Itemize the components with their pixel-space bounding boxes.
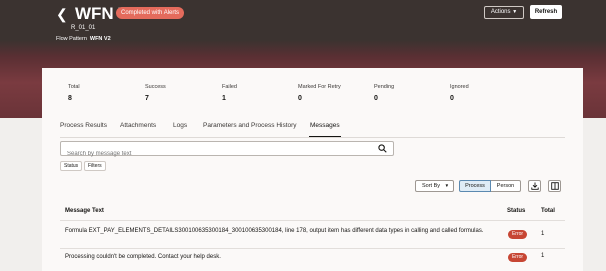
stat-value: 0 <box>298 95 302 102</box>
column-header-message-text: Message Text <box>65 208 104 214</box>
download-button[interactable] <box>528 180 541 192</box>
message-text: Processing couldn't be completed. Contac… <box>65 254 221 260</box>
content-card: Total 8 Success 7 Failed 1 Marked For Re… <box>42 68 583 271</box>
back-arrow-icon[interactable]: ❮ <box>56 7 68 21</box>
stat-label: Pending <box>374 84 395 90</box>
columns-button[interactable] <box>548 180 561 192</box>
search-icon[interactable] <box>378 144 387 153</box>
filters-chip[interactable]: Filters <box>84 161 106 171</box>
row-total: 1 <box>541 253 545 259</box>
stat-value: 7 <box>145 95 149 102</box>
actions-button[interactable]: Actions ▼ <box>484 6 524 19</box>
flow-pattern: Flow Pattern WFN V2 <box>56 36 111 42</box>
flow-pattern-value: WFN V2 <box>89 36 111 42</box>
row-total: 1 <box>541 231 545 237</box>
search-box <box>60 141 394 161</box>
stat-value: 1 <box>222 95 226 102</box>
search-input[interactable] <box>61 147 361 161</box>
refresh-button[interactable]: Refresh <box>530 5 562 19</box>
header-divider <box>60 220 565 221</box>
chevron-down-icon: ▼ <box>444 183 450 188</box>
stat-failed: Failed 1 <box>222 84 237 102</box>
chevron-down-icon: ▼ <box>512 9 518 15</box>
stat-success: Success 7 <box>145 84 166 102</box>
message-text: Formula EXT_PAY_ELEMENTS_DETAILS30010063… <box>65 228 484 234</box>
stat-total: Total 8 <box>68 84 80 102</box>
stat-label: Marked For Retry <box>298 84 341 90</box>
tab-attachments[interactable]: Attachments <box>120 122 156 129</box>
column-header-status: Status <box>507 208 526 214</box>
stat-label: Success <box>145 84 166 90</box>
process-toggle-button[interactable]: Process <box>459 180 491 192</box>
status-filter-chip[interactable]: Status <box>60 161 83 171</box>
stat-label: Ignored <box>450 84 469 90</box>
row-divider <box>60 248 565 249</box>
stat-marked-for-retry: Marked For Retry 0 <box>298 84 341 102</box>
stat-value: 8 <box>68 95 72 102</box>
tab-messages[interactable]: Messages <box>310 122 340 129</box>
sort-by-label: Sort By <box>422 183 441 189</box>
tab-logs[interactable]: Logs <box>173 122 187 129</box>
status-badge: Completed with Alerts <box>116 7 185 19</box>
stat-label: Failed <box>222 84 237 90</box>
tab-parameters-and-process-history[interactable]: Parameters and Process History <box>203 122 297 129</box>
stat-ignored: Ignored 0 <box>450 84 469 102</box>
person-toggle-button[interactable]: Person <box>491 180 521 192</box>
flow-pattern-label: Flow Pattern <box>56 36 87 42</box>
stat-value: 0 <box>450 95 454 102</box>
stat-value: 0 <box>374 95 378 102</box>
error-badge: Error <box>508 230 527 239</box>
tab-process-results[interactable]: Process Results <box>60 122 107 129</box>
error-badge: Error <box>508 253 527 262</box>
columns-icon <box>551 182 559 190</box>
stat-pending: Pending 0 <box>374 84 394 102</box>
view-toggle: Process Person <box>459 180 521 192</box>
process-id: R_01_01 <box>71 25 96 31</box>
column-header-total: Total <box>541 208 555 214</box>
tab-divider <box>60 137 565 138</box>
sort-by-dropdown[interactable]: Sort By ▼ <box>415 180 454 192</box>
actions-label: Actions <box>490 9 511 15</box>
download-icon <box>531 182 539 190</box>
stat-label: Total <box>68 84 80 90</box>
